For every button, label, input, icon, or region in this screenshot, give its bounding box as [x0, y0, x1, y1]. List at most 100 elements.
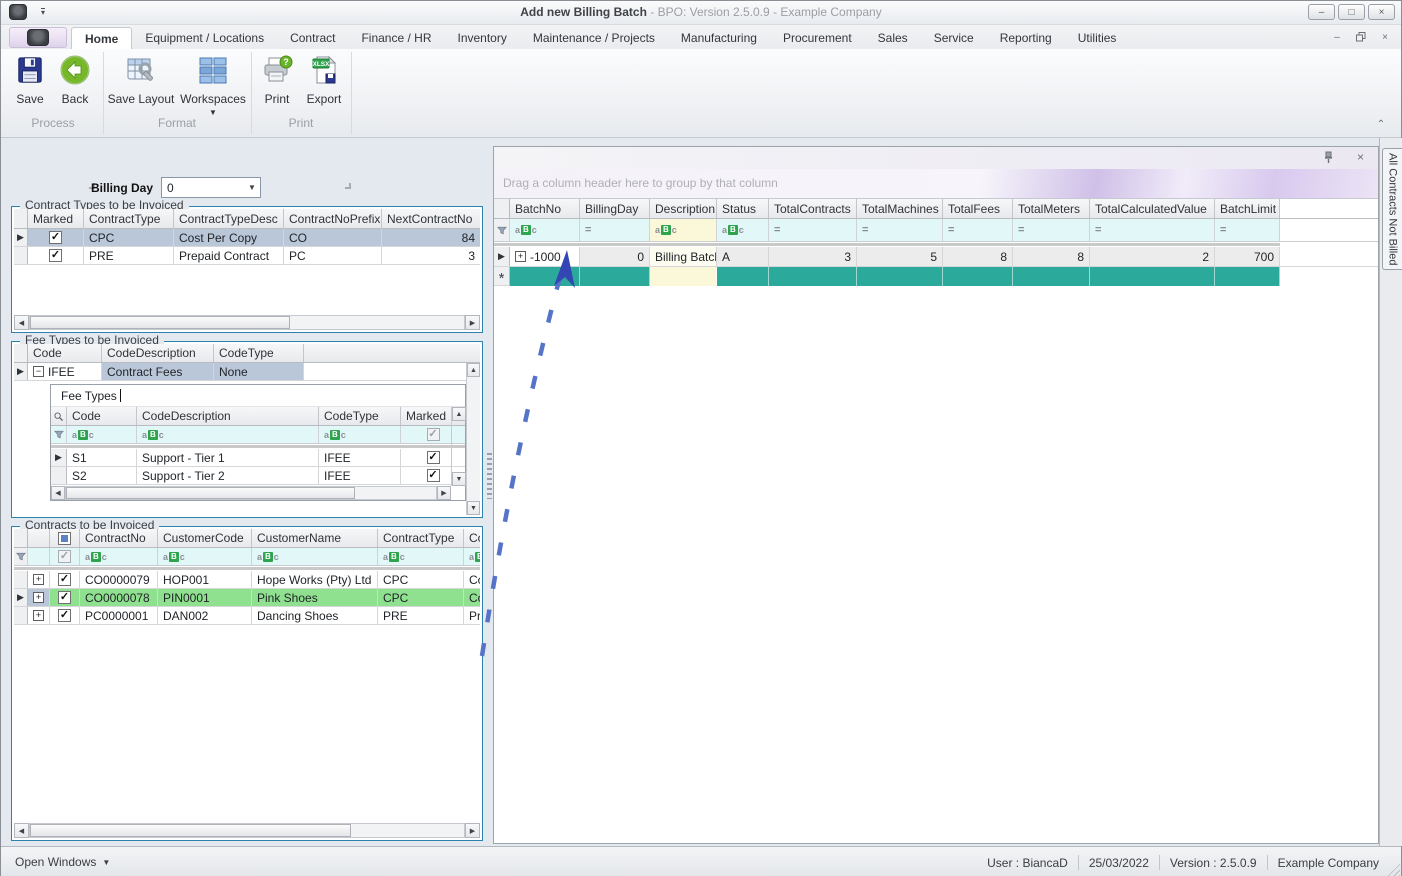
code-cell[interactable]: S1	[67, 449, 137, 466]
scrollbar-thumb[interactable]	[66, 487, 355, 499]
select-all-checkbox[interactable]	[50, 529, 80, 547]
column-header-customername[interactable]: CustomerName	[252, 529, 378, 547]
nextcontractno-cell[interactable]: 3	[382, 247, 480, 264]
batch-row[interactable]: ▶ +-1000 0 Billing Batch 5 A 3 5 8 8 2 7…	[494, 247, 1378, 267]
column-header-description[interactable]: Description	[650, 199, 717, 218]
filter-cell-batchlimit[interactable]	[1215, 219, 1280, 241]
tab-manufacturing[interactable]: Manufacturing	[668, 27, 770, 49]
scroll-up-icon[interactable]: ▲	[452, 407, 466, 421]
workspaces-button[interactable]: Workspaces ▼	[177, 53, 249, 117]
side-tab-all-contracts-not-billed[interactable]: All Contracts Not Billed	[1382, 148, 1402, 270]
tab-inventory[interactable]: Inventory	[444, 27, 519, 49]
customername-cell[interactable]: Pink Shoes	[252, 589, 378, 606]
checkbox-checked[interactable]	[427, 469, 440, 482]
column-header-codetype[interactable]: CodeType	[214, 344, 304, 362]
new-cell-billingday[interactable]	[580, 267, 650, 286]
maximize-button[interactable]: □	[1338, 4, 1365, 20]
tab-maintenance-projects[interactable]: Maintenance / Projects	[520, 27, 668, 49]
customercode-cell[interactable]: PIN0001	[158, 589, 252, 606]
codetype-cell[interactable]: None	[214, 363, 304, 380]
filter-cell-totalcalculatedvalue[interactable]	[1090, 219, 1215, 241]
filter-cell-marked[interactable]	[50, 548, 80, 565]
detail-horizontal-scrollbar[interactable]: ◀ ▶	[51, 486, 451, 500]
column-header-totalmachines[interactable]: TotalMachines	[857, 199, 943, 218]
table-row[interactable]: PRE Prepaid Contract PC 3	[14, 247, 480, 265]
marked-cell[interactable]	[28, 247, 84, 264]
column-header-contractnoprefix[interactable]: ContractNoPrefix	[284, 209, 382, 228]
resize-grip[interactable]	[1386, 862, 1400, 876]
expand-cell[interactable]: +	[28, 571, 50, 588]
pin-icon[interactable]	[1323, 151, 1334, 169]
export-button[interactable]: XLSX Export	[299, 53, 349, 106]
status-cell[interactable]: A	[717, 247, 769, 266]
document-close-button[interactable]: ×	[1375, 29, 1395, 45]
scrollbar-thumb[interactable]	[30, 824, 351, 837]
new-cell-batchno[interactable]	[510, 267, 580, 286]
edit-filter-icon[interactable]	[51, 426, 67, 443]
filter-cell-customercode[interactable]	[158, 548, 252, 565]
column-header-nextcontractno[interactable]: NextContractNo	[382, 209, 480, 228]
contracts-filter-row[interactable]	[14, 548, 480, 566]
filter-cell-type[interactable]	[319, 426, 401, 443]
contracttype-cell[interactable]: CPC	[378, 571, 464, 588]
column-header-contracttype[interactable]: ContractType	[84, 209, 174, 228]
nextcontractno-cell[interactable]: 84	[382, 229, 480, 246]
expand-cell[interactable]: +	[28, 607, 50, 624]
marked-cell[interactable]	[50, 571, 80, 588]
close-button[interactable]: ×	[1368, 4, 1395, 20]
filter-cell-totalfees[interactable]	[943, 219, 1013, 241]
scrollbar-thumb[interactable]	[30, 316, 290, 329]
scroll-down-icon[interactable]: ▼	[467, 501, 480, 515]
collapse-ribbon-button[interactable]: ⌃	[1373, 119, 1389, 133]
scrollbar-track[interactable]	[65, 486, 437, 500]
filter-cell-description[interactable]	[650, 219, 717, 241]
contractnoprefix-cell[interactable]: CO	[284, 229, 382, 246]
save-layout-button[interactable]: Save Layout	[105, 53, 177, 106]
contracttypedesc-cell[interactable]: Prepaid Contract	[464, 607, 480, 624]
tab-procurement[interactable]: Procurement	[770, 27, 865, 49]
checkbox-checked[interactable]	[58, 609, 71, 622]
horizontal-scrollbar[interactable]: ◀ ▶	[14, 823, 480, 838]
customercode-cell[interactable]: HOP001	[158, 571, 252, 588]
new-cell-totalmachines[interactable]	[857, 267, 943, 286]
detail-vertical-scrollbar[interactable]: ▲ ▼	[451, 407, 465, 486]
column-header-code[interactable]: Code	[67, 407, 137, 425]
scroll-right-icon[interactable]: ▶	[465, 315, 480, 330]
chevron-down-icon[interactable]: ▼	[244, 183, 260, 192]
panel-splitter[interactable]	[487, 453, 492, 499]
totalmeters-cell[interactable]: 8	[1013, 247, 1090, 266]
filter-cell-contracttype[interactable]	[378, 548, 464, 565]
batch-new-row[interactable]: *	[494, 267, 1378, 286]
marked-cell[interactable]	[50, 607, 80, 624]
table-row[interactable]: ▶ CPC Cost Per Copy CO 84	[14, 229, 480, 247]
contractno-cell[interactable]: CO0000079	[80, 571, 158, 588]
totalmachines-cell[interactable]: 5	[857, 247, 943, 266]
scroll-right-icon[interactable]: ▶	[465, 823, 480, 838]
filter-cell-status[interactable]	[717, 219, 769, 241]
minimize-button[interactable]: –	[1308, 4, 1335, 20]
new-cell-description[interactable]	[650, 267, 717, 286]
column-header-billingday[interactable]: BillingDay	[580, 199, 650, 218]
contracttypedesc-cell[interactable]: Cost Per Copy	[464, 571, 480, 588]
column-header-contractno[interactable]: ContractNo	[80, 529, 158, 547]
table-row[interactable]: + PC0000001 DAN002 Dancing Shoes PRE Pre…	[14, 607, 480, 625]
new-cell-totalcalculatedvalue[interactable]	[1090, 267, 1215, 286]
expand-icon[interactable]: +	[33, 610, 44, 621]
table-row[interactable]: ▶ S1 Support - Tier 1 IFEE	[51, 449, 465, 467]
table-row[interactable]: S2 Support - Tier 2 IFEE	[51, 467, 465, 485]
code-cell[interactable]: −IFEE	[28, 363, 102, 380]
column-header-marked[interactable]: Marked	[28, 209, 84, 228]
filter-cell-totalcontracts[interactable]	[769, 219, 857, 241]
collapse-icon[interactable]: −	[33, 366, 44, 377]
checkbox-checked[interactable]	[49, 249, 62, 262]
tab-reporting[interactable]: Reporting	[987, 27, 1065, 49]
print-button[interactable]: ? Print	[253, 53, 301, 106]
checkbox-checked[interactable]	[58, 573, 71, 586]
dialog-launcher-icon[interactable]	[345, 183, 351, 189]
contracttype-cell[interactable]: PRE	[84, 247, 174, 264]
new-cell-totalcontracts[interactable]	[769, 267, 857, 286]
filter-cell-customername[interactable]	[252, 548, 378, 565]
scrollbar-track[interactable]	[29, 315, 465, 330]
checkbox-checked[interactable]	[58, 591, 71, 604]
horizontal-scrollbar[interactable]: ◀ ▶	[14, 315, 480, 330]
